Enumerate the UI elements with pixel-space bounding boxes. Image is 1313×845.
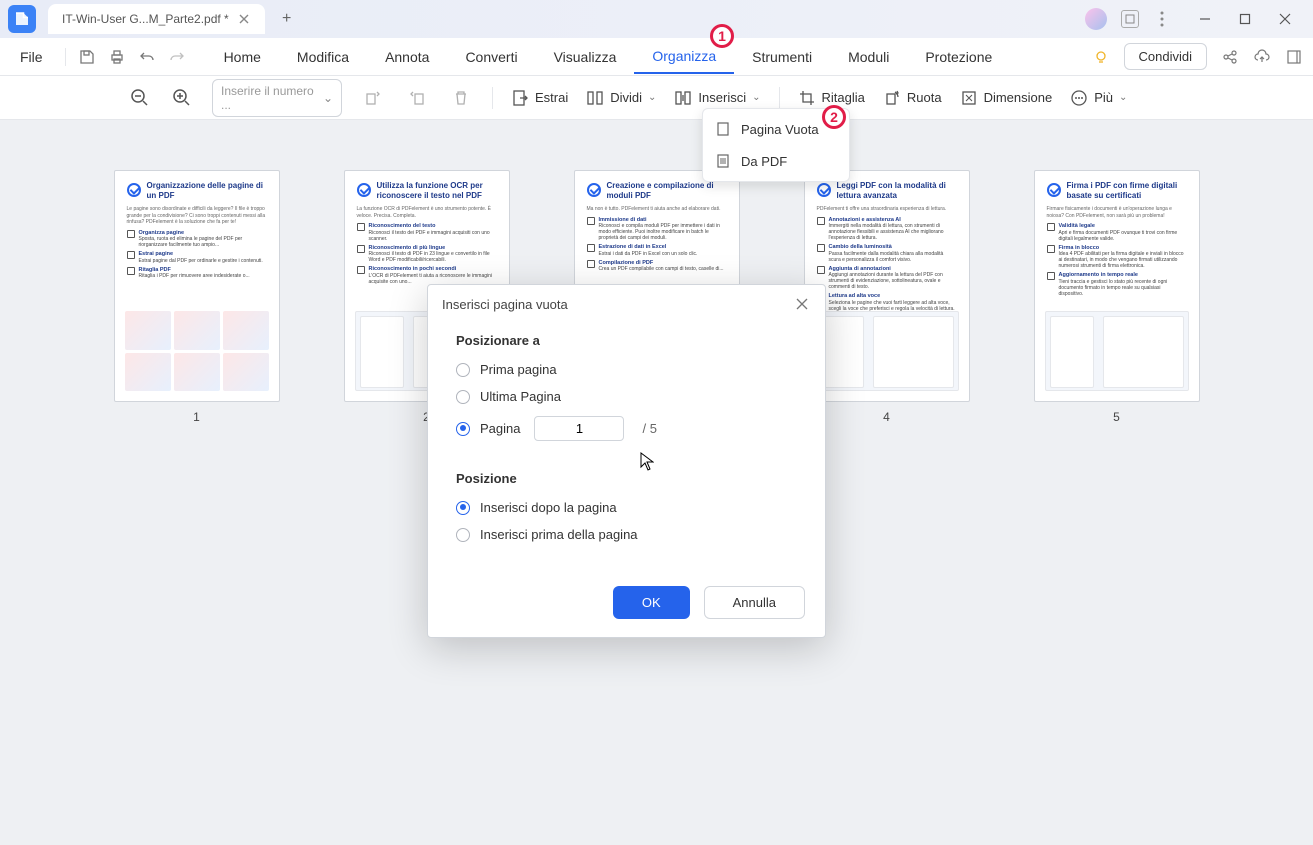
radio-before-label: Inserisci prima della pagina xyxy=(480,527,638,542)
tab-close-icon[interactable] xyxy=(237,12,251,26)
insert-button[interactable]: Inserisci ⌄ xyxy=(674,89,760,107)
share-button[interactable]: Condividi xyxy=(1124,43,1207,70)
cloud-upload-icon[interactable] xyxy=(1253,48,1271,66)
zoom-in-icon[interactable] xyxy=(170,86,194,110)
radio-insert-after[interactable]: Inserisci dopo la pagina xyxy=(456,500,797,515)
radio-icon xyxy=(456,422,470,436)
more-label: Più xyxy=(1094,90,1113,105)
more-button[interactable]: Più ⌄ xyxy=(1070,89,1127,107)
delete-icon[interactable] xyxy=(448,85,474,111)
user-avatar-icon[interactable] xyxy=(1085,8,1107,30)
dropdown-blank-page-label: Pagina Vuota xyxy=(741,122,819,137)
page-number-placeholder: Inserire il numero ... xyxy=(221,84,317,112)
rotate-label: Ruota xyxy=(907,90,942,105)
rotate-left-icon[interactable] xyxy=(360,85,386,111)
page-thumbnail[interactable]: Leggi PDF con la modalità di lettura ava… xyxy=(804,170,970,424)
annotation-marker-1: 1 xyxy=(710,24,734,48)
extract-label: Estrai xyxy=(535,90,568,105)
radio-after-label: Inserisci dopo la pagina xyxy=(480,500,617,515)
app-logo-icon xyxy=(8,5,36,33)
ok-button[interactable]: OK xyxy=(613,586,690,619)
menu-annota[interactable]: Annota xyxy=(367,41,447,73)
section-position-at-label: Posizionare a xyxy=(456,333,797,348)
ai-assistant-icon[interactable] xyxy=(1121,10,1139,28)
radio-icon xyxy=(456,501,470,515)
insert-blank-page-dialog: Inserisci pagina vuota Posizionare a Pri… xyxy=(427,284,826,638)
lightbulb-icon[interactable] xyxy=(1092,48,1110,66)
more-icon[interactable] xyxy=(1153,10,1171,28)
extract-button[interactable]: Estrai xyxy=(511,89,568,107)
document-tab[interactable]: IT-Win-User G...M_Parte2.pdf * xyxy=(48,4,265,34)
radio-icon xyxy=(456,528,470,542)
radio-icon xyxy=(456,390,470,404)
menu-modifica[interactable]: Modifica xyxy=(279,41,367,73)
menu-file[interactable]: File xyxy=(10,41,53,73)
organize-toolbar: Inserire il numero ... ⌄ Estrai Dividi ⌄… xyxy=(0,76,1313,120)
radio-last-page[interactable]: Ultima Pagina xyxy=(456,389,797,404)
add-tab-button[interactable]: + xyxy=(275,7,299,31)
rotate-button[interactable]: Ruota xyxy=(883,89,942,107)
print-icon[interactable] xyxy=(108,48,126,66)
undo-icon[interactable] xyxy=(138,48,156,66)
panel-icon[interactable] xyxy=(1285,48,1303,66)
menu-strumenti[interactable]: Strumenti xyxy=(734,41,830,73)
chevron-down-icon: ⌄ xyxy=(1119,92,1127,103)
radio-specific-page[interactable]: Pagina / 5 xyxy=(456,416,797,441)
thumbnail-page-number: 4 xyxy=(883,410,890,424)
thumbnail-page-number: 5 xyxy=(1113,410,1120,424)
thumbnail-page-number: 1 xyxy=(193,410,200,424)
menu-moduli[interactable]: Moduli xyxy=(830,41,907,73)
window-close-button[interactable] xyxy=(1265,4,1305,34)
insert-label: Inserisci xyxy=(698,90,746,105)
dropdown-from-pdf-label: Da PDF xyxy=(741,154,787,169)
dialog-close-button[interactable] xyxy=(793,295,811,313)
window-maximize-button[interactable] xyxy=(1225,4,1265,34)
split-button[interactable]: Dividi ⌄ xyxy=(586,89,656,107)
menu-home[interactable]: Home xyxy=(206,41,279,73)
radio-page-label: Pagina xyxy=(480,421,520,436)
share-graph-icon[interactable] xyxy=(1221,48,1239,66)
radio-first-page-label: Prima pagina xyxy=(480,362,557,377)
crop-label: Ritaglia xyxy=(822,90,865,105)
rotate-right-icon[interactable] xyxy=(404,85,430,111)
split-label: Dividi xyxy=(610,90,642,105)
radio-first-page[interactable]: Prima pagina xyxy=(456,362,797,377)
chevron-down-icon: ⌄ xyxy=(323,91,333,105)
radio-insert-before[interactable]: Inserisci prima della pagina xyxy=(456,527,797,542)
cursor-pointer-icon xyxy=(640,452,654,472)
dimension-button[interactable]: Dimensione xyxy=(960,89,1053,107)
page-total-label: / 5 xyxy=(642,421,656,436)
page-number-field[interactable] xyxy=(534,416,624,441)
chevron-down-icon: ⌄ xyxy=(648,92,656,103)
redo-icon[interactable] xyxy=(168,48,186,66)
chevron-down-icon: ⌄ xyxy=(752,92,760,103)
from-pdf-icon xyxy=(715,153,731,169)
cancel-button[interactable]: Annulla xyxy=(704,586,805,619)
dropdown-item-from-pdf[interactable]: Da PDF xyxy=(703,145,849,177)
page-thumbnail[interactable]: Organizzazione delle pagine di un PDF Le… xyxy=(114,170,280,424)
save-icon[interactable] xyxy=(78,48,96,66)
page-thumbnail[interactable]: Firma i PDF con firme digitali basate su… xyxy=(1034,170,1200,424)
menu-converti[interactable]: Converti xyxy=(447,41,535,73)
titlebar: IT-Win-User G...M_Parte2.pdf * + xyxy=(0,0,1313,38)
dialog-title: Inserisci pagina vuota xyxy=(442,297,568,312)
dimension-label: Dimensione xyxy=(984,90,1053,105)
blank-page-icon xyxy=(715,121,731,137)
page-number-input[interactable]: Inserire il numero ... ⌄ xyxy=(212,79,342,117)
annotation-marker-2: 2 xyxy=(822,105,846,129)
menubar: File Home Modifica Annota Converti Visua… xyxy=(0,38,1313,76)
tab-title: IT-Win-User G...M_Parte2.pdf * xyxy=(62,12,229,26)
window-minimize-button[interactable] xyxy=(1185,4,1225,34)
menu-protezione[interactable]: Protezione xyxy=(907,41,1010,73)
section-position-label: Posizione xyxy=(456,471,797,486)
zoom-out-icon[interactable] xyxy=(128,86,152,110)
crop-button[interactable]: Ritaglia xyxy=(798,89,865,107)
menu-visualizza[interactable]: Visualizza xyxy=(536,41,635,73)
radio-icon xyxy=(456,363,470,377)
radio-last-page-label: Ultima Pagina xyxy=(480,389,561,404)
